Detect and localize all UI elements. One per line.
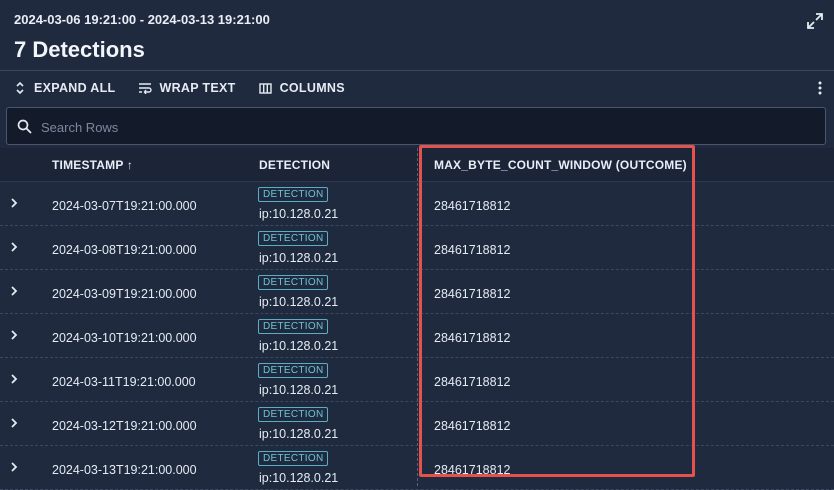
wrap-text-button[interactable]: WRAP TEXT — [137, 81, 235, 95]
detection-badge: DETECTION — [258, 319, 329, 334]
chevron-right-icon[interactable] — [8, 372, 20, 386]
chevron-right-icon[interactable] — [8, 460, 20, 474]
column-header-timestamp[interactable]: TIMESTAMP ↑ — [52, 158, 133, 172]
wrap-text-icon — [137, 81, 153, 95]
time-range: 2024-03-06 19:21:00 - 2024-03-13 19:21:0… — [14, 12, 270, 27]
expand-all-label: EXPAND ALL — [34, 81, 116, 95]
timestamp-cell: 2024-03-10T19:21:00.000 — [52, 331, 197, 345]
detection-entity: ip:10.128.0.21 — [259, 295, 339, 309]
detection-badge: DETECTION — [258, 407, 329, 422]
detection-entity: ip:10.128.0.21 — [259, 207, 339, 221]
table-row[interactable]: 2024-03-11T19:21:00.000 DETECTION ip:10.… — [0, 358, 834, 402]
search-box — [6, 107, 826, 146]
detection-badge: DETECTION — [258, 451, 329, 466]
chevron-right-icon[interactable] — [8, 196, 20, 210]
outcome-value-cell: 28461718812 — [434, 199, 511, 213]
detection-entity: ip:10.128.0.21 — [259, 339, 339, 353]
table-row[interactable]: 2024-03-08T19:21:00.000 DETECTION ip:10.… — [0, 226, 834, 270]
chevron-right-icon[interactable] — [8, 416, 20, 430]
outcome-value-cell: 28461718812 — [434, 419, 511, 433]
columns-label: COLUMNS — [279, 81, 345, 95]
table-row[interactable]: 2024-03-09T19:21:00.000 DETECTION ip:10.… — [0, 270, 834, 314]
column-header-max-byte-count-window[interactable]: MAX_BYTE_COUNT_WINDOW (OUTCOME) — [434, 158, 687, 172]
detection-badge: DETECTION — [258, 363, 329, 378]
timestamp-cell: 2024-03-11T19:21:00.000 — [52, 375, 196, 389]
outcome-value-cell: 28461718812 — [434, 243, 511, 257]
timestamp-cell: 2024-03-08T19:21:00.000 — [52, 243, 197, 257]
detection-badge: DETECTION — [258, 187, 329, 202]
detection-badge: DETECTION — [258, 275, 329, 290]
timestamp-cell: 2024-03-07T19:21:00.000 — [52, 199, 197, 213]
chevrons-updown-icon — [12, 81, 28, 95]
column-header-detection[interactable]: DETECTION — [259, 158, 330, 172]
search-input[interactable] — [39, 108, 803, 146]
detection-entity: ip:10.128.0.21 — [259, 471, 339, 485]
search-icon — [17, 119, 32, 134]
timestamp-cell: 2024-03-13T19:21:00.000 — [52, 463, 197, 477]
page-title: 7 Detections — [14, 37, 145, 62]
table-row[interactable]: 2024-03-07T19:21:00.000 DETECTION ip:10.… — [0, 182, 834, 226]
detection-entity: ip:10.128.0.21 — [259, 251, 339, 265]
detection-badge: DETECTION — [258, 231, 329, 246]
chevron-right-icon[interactable] — [8, 240, 20, 254]
columns-button[interactable]: COLUMNS — [258, 81, 345, 95]
table-row[interactable]: 2024-03-10T19:21:00.000 DETECTION ip:10.… — [0, 314, 834, 358]
timestamp-cell: 2024-03-09T19:21:00.000 — [52, 287, 197, 301]
table-body: 2024-03-07T19:21:00.000 DETECTION ip:10.… — [0, 182, 834, 490]
table-row[interactable]: 2024-03-13T19:21:00.000 DETECTION ip:10.… — [0, 446, 834, 490]
table-row[interactable]: 2024-03-12T19:21:00.000 DETECTION ip:10.… — [0, 402, 834, 446]
toolbar: EXPAND ALL WRAP TEXT COLUMNS — [0, 71, 834, 105]
chevron-right-icon[interactable] — [8, 284, 20, 298]
header: 2024-03-06 19:21:00 - 2024-03-13 19:21:0… — [0, 0, 834, 71]
expand-icon[interactable] — [806, 12, 824, 30]
expand-all-button[interactable]: EXPAND ALL — [12, 81, 115, 95]
detection-entity: ip:10.128.0.21 — [259, 427, 339, 441]
columns-icon — [258, 81, 274, 95]
wrap-text-label: WRAP TEXT — [159, 81, 236, 95]
outcome-value-cell: 28461718812 — [434, 331, 511, 345]
detection-entity: ip:10.128.0.21 — [259, 383, 339, 397]
kebab-menu-icon[interactable] — [816, 80, 824, 96]
timestamp-cell: 2024-03-12T19:21:00.000 — [52, 419, 197, 433]
chevron-right-icon[interactable] — [8, 328, 20, 342]
outcome-value-cell: 28461718812 — [434, 287, 511, 301]
outcome-value-cell: 28461718812 — [434, 463, 511, 477]
outcome-value-cell: 28461718812 — [434, 375, 511, 389]
